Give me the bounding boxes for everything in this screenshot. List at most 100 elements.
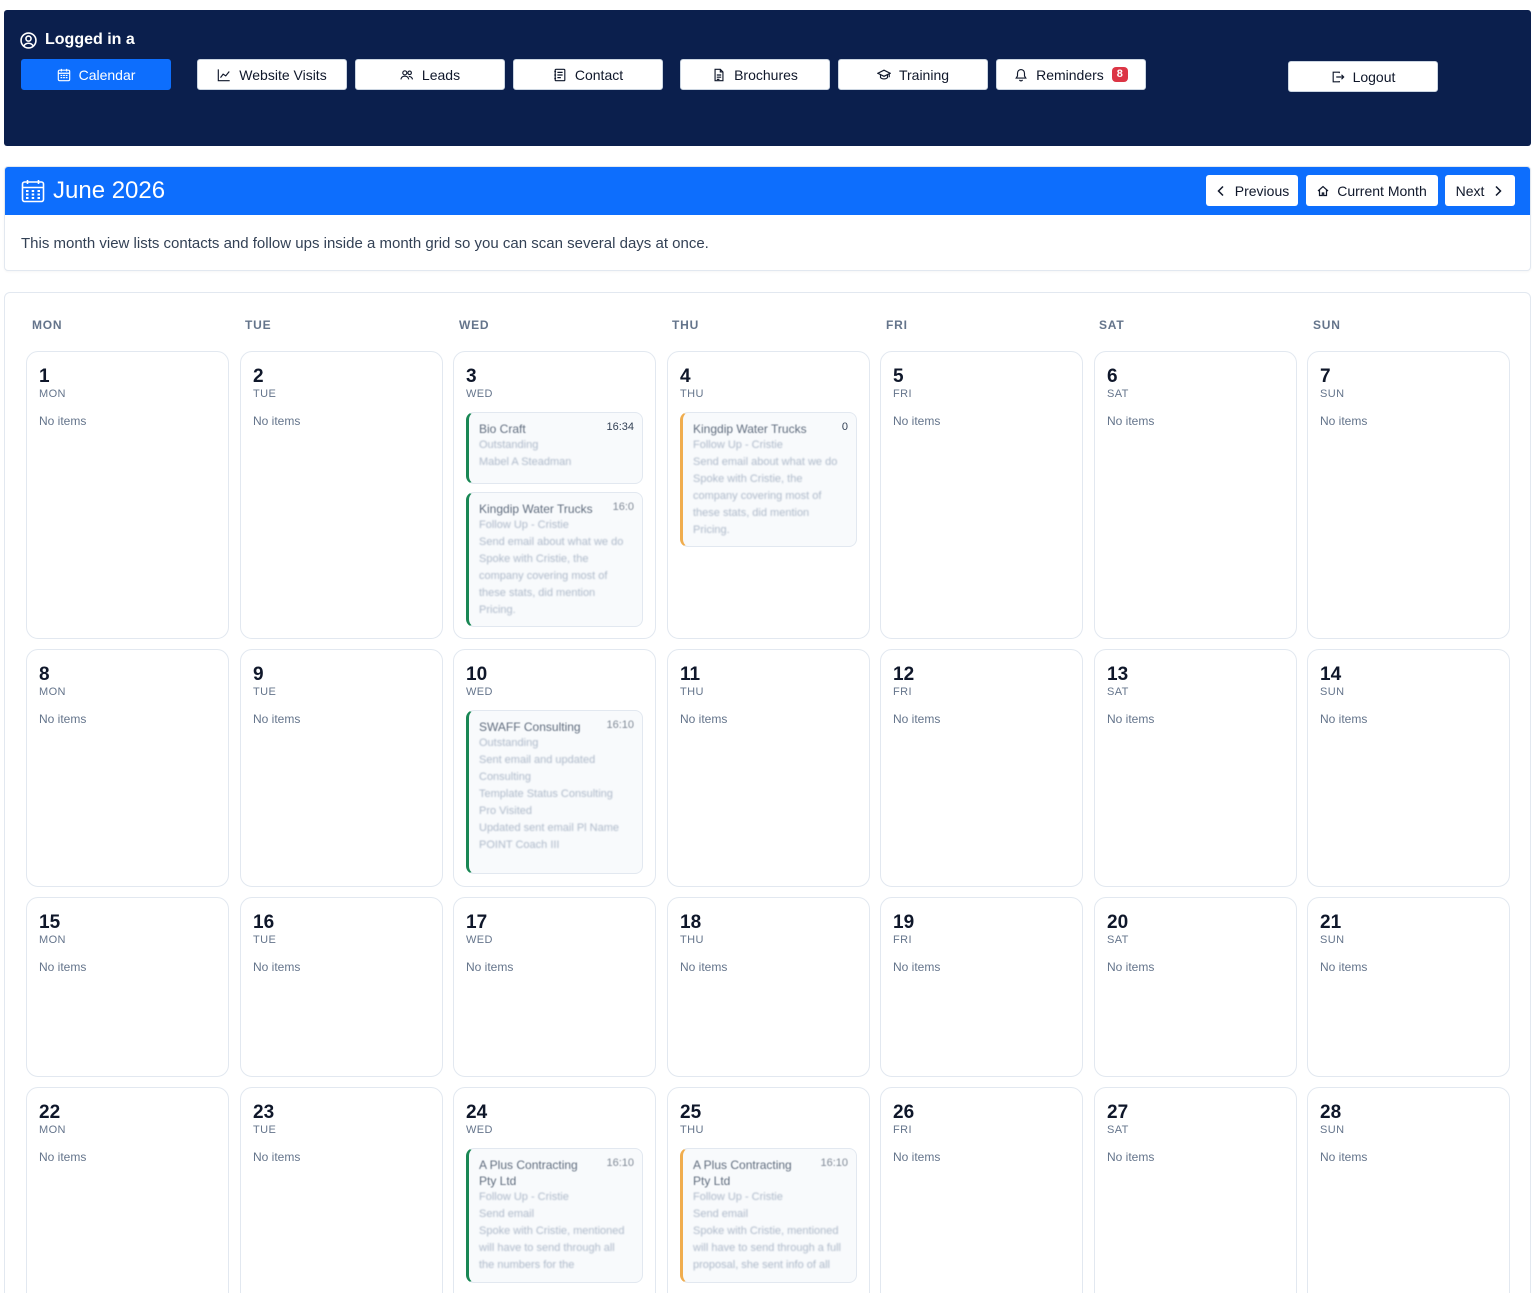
day-cell[interactable]: 12 FRI No items: [880, 649, 1083, 887]
day-cell[interactable]: 8 MON No items: [26, 649, 229, 887]
day-weekday-label: WED: [466, 388, 493, 400]
day-cell[interactable]: 24 WED A Plus Contracting Pty Ltd 16:10 Foll…: [453, 1087, 656, 1293]
day-number: 6: [1107, 366, 1118, 387]
day-cell[interactable]: 1 MON No items: [26, 351, 229, 639]
no-items-label: No items: [1320, 960, 1368, 974]
no-items-label: No items: [1107, 414, 1155, 428]
logout-label: Logout: [1352, 68, 1396, 85]
day-number: 24: [466, 1102, 488, 1123]
no-items-label: No items: [39, 712, 87, 726]
day-weekday-label: TUE: [253, 934, 277, 946]
day-number: 19: [893, 912, 915, 933]
day-number: 21: [1320, 912, 1342, 933]
month-header-card: June 2026 Previous Current Month Next Th…: [4, 166, 1531, 271]
no-items-label: No items: [1107, 1150, 1155, 1164]
day-number: 26: [893, 1102, 915, 1123]
day-cell[interactable]: 28 SUN No items: [1307, 1087, 1510, 1293]
day-number: 4: [680, 366, 691, 387]
day-cell[interactable]: 22 MON No items: [26, 1087, 229, 1293]
day-number: 10: [466, 664, 488, 685]
logout-button[interactable]: Logout: [1288, 61, 1438, 92]
item-time: 16:10: [606, 719, 634, 731]
day-number: 22: [39, 1102, 61, 1123]
nav-training-button[interactable]: Training: [838, 59, 988, 90]
day-cell[interactable]: 26 FRI No items: [880, 1087, 1083, 1293]
item-detail-line: Pro Visited: [479, 805, 532, 817]
day-cell[interactable]: 7 SUN No items: [1307, 351, 1510, 639]
day-cell[interactable]: 18 THU No items: [667, 897, 870, 1077]
current-month-button[interactable]: Current Month: [1306, 175, 1438, 206]
logged-in-label: Logged in a: [45, 31, 135, 48]
calendar-item-card[interactable]: Kingdip Water Trucks 0 Follow Up - Cristie…: [680, 412, 857, 547]
item-detail-line: proposal, she sent info of all: [693, 1259, 830, 1271]
item-detail-line: these stats, did mention: [479, 587, 596, 599]
day-cell[interactable]: 10 WED SWAFF Consulting 16:10 Outstanding Sen…: [453, 649, 656, 887]
day-cell[interactable]: 2 TUE No items: [240, 351, 443, 639]
nav-website-visits-label: Website Visits: [239, 66, 327, 83]
chevron-right-icon: [1495, 185, 1502, 196]
item-detail-line: company covering most of: [693, 490, 822, 502]
nav-website-visits-button[interactable]: Website Visits: [197, 59, 347, 90]
item-detail-line: Send email: [479, 1208, 535, 1220]
day-weekday-label: MON: [39, 686, 66, 698]
nav-leads-label: Leads: [421, 66, 461, 83]
day-cell[interactable]: 15 MON No items: [26, 897, 229, 1077]
day-cell[interactable]: 23 TUE No items: [240, 1087, 443, 1293]
item-detail-line: Consulting: [479, 771, 531, 783]
calendar-item-card[interactable]: A Plus Contracting Pty Ltd 16:10 Follow Up…: [466, 1148, 643, 1283]
no-items-label: No items: [893, 1150, 941, 1164]
nav-calendar-button[interactable]: Calendar: [21, 59, 171, 90]
day-cell[interactable]: 5 FRI No items: [880, 351, 1083, 639]
day-cell[interactable]: 27 SAT No items: [1094, 1087, 1297, 1293]
calendar-item-card[interactable]: SWAFF Consulting 16:10 Outstanding Sent ema…: [466, 710, 643, 874]
day-cell[interactable]: 11 THU No items: [667, 649, 870, 887]
nav-brochures-label: Brochures: [734, 66, 798, 83]
nav-contact-button[interactable]: Contact: [513, 59, 663, 90]
day-number: 7: [1320, 366, 1331, 387]
calendar-item-card[interactable]: A Plus Contracting Pty Ltd 16:10 Follow Up…: [680, 1148, 857, 1283]
next-month-button[interactable]: Next: [1445, 175, 1515, 206]
day-cell[interactable]: 17 WED No items: [453, 897, 656, 1077]
nav-reminders-button[interactable]: Reminders 8: [996, 59, 1146, 90]
day-cell[interactable]: 4 THU Kingdip Water Trucks 0 Follow Up - Cri…: [667, 351, 870, 639]
nav-training-label: Training: [898, 66, 950, 83]
day-cell[interactable]: 21 SUN No items: [1307, 897, 1510, 1077]
day-cell[interactable]: 6 SAT No items: [1094, 351, 1297, 639]
logout-icon: [1332, 71, 1345, 82]
month-title: June 2026: [53, 177, 166, 204]
no-items-label: No items: [466, 960, 514, 974]
day-cell[interactable]: 16 TUE No items: [240, 897, 443, 1077]
day-cell[interactable]: 19 FRI No items: [880, 897, 1083, 1077]
day-cell[interactable]: 3 WED Bio Craft 16:34 Outstanding Mabel A Ste…: [453, 351, 656, 639]
day-weekday-label: MON: [39, 388, 66, 400]
item-detail-line: Updated sent email Pl Name: [479, 822, 620, 834]
day-cell[interactable]: 20 SAT No items: [1094, 897, 1297, 1077]
item-time: 16:10: [606, 1157, 634, 1169]
day-number: 20: [1107, 912, 1129, 933]
reminders-count-badge: 8: [1111, 67, 1128, 82]
no-items-label: No items: [39, 1150, 87, 1164]
day-cell[interactable]: 25 THU A Plus Contracting Pty Ltd 16:10 Foll…: [667, 1087, 870, 1293]
item-detail-line: Send email about what we do: [693, 456, 838, 468]
calendar-item-card[interactable]: Kingdip Water Trucks 16:0 Follow Up - Cris…: [466, 492, 643, 627]
day-cell[interactable]: 9 TUE No items: [240, 649, 443, 887]
day-cell[interactable]: 13 SAT No items: [1094, 649, 1297, 887]
calendar-item-card[interactable]: Bio Craft 16:34 Outstanding Mabel A Steadma…: [466, 412, 643, 484]
item-detail-line: Pricing.: [693, 524, 730, 536]
nav-leads-button[interactable]: Leads: [355, 59, 505, 90]
item-time: 16:0: [612, 501, 634, 513]
day-number: 13: [1107, 664, 1129, 685]
month-header-bar: June 2026 Previous Current Month Next: [5, 167, 1530, 215]
no-items-label: No items: [253, 414, 301, 428]
day-weekday-label: TUE: [253, 686, 277, 698]
day-cell[interactable]: 14 SUN No items: [1307, 649, 1510, 887]
nav-brochures-button[interactable]: Brochures: [680, 59, 830, 90]
day-number: 11: [680, 664, 701, 685]
day-weekday-label: TUE: [253, 388, 277, 400]
no-items-label: No items: [253, 1150, 301, 1164]
day-weekday-label: TUE: [253, 1124, 277, 1136]
calendar-grid: MON TUE WED THU FRI SAT SUN 1 MON No items…: [4, 292, 1531, 1293]
item-detail-line: Follow Up - Cristie: [693, 1191, 783, 1203]
previous-month-button[interactable]: Previous: [1206, 175, 1298, 206]
day-number: 15: [39, 912, 61, 933]
